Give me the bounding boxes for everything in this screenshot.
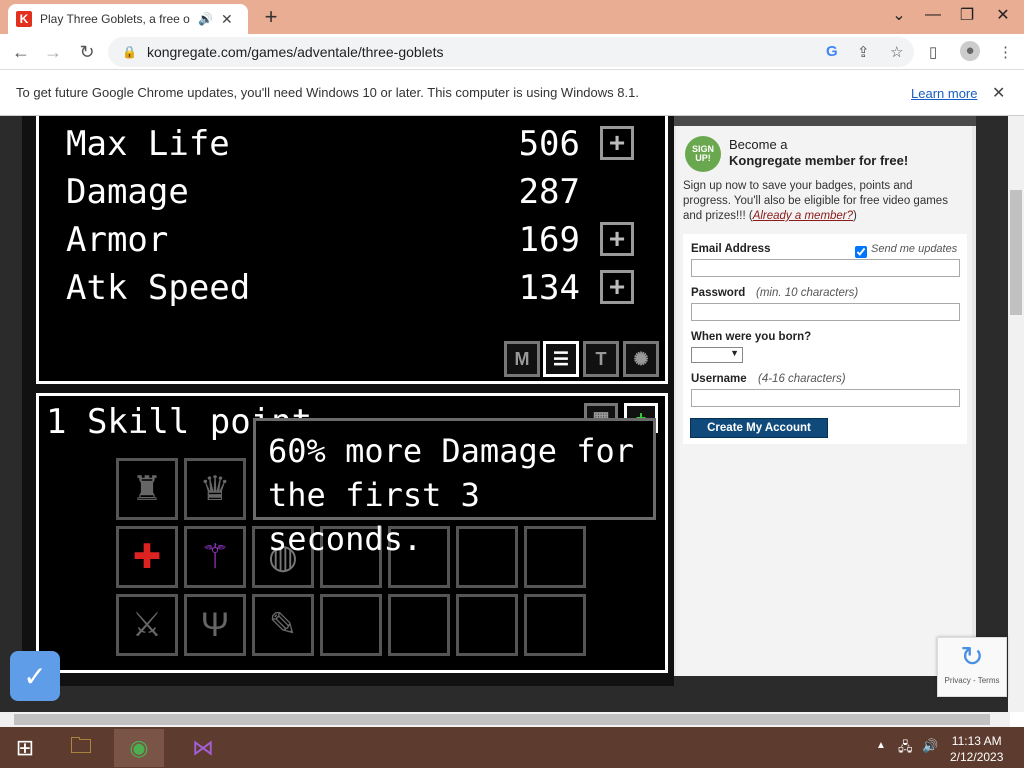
vertical-scroll-thumb[interactable] (1010, 190, 1022, 315)
side-panel-icon[interactable]: ▯ (929, 43, 937, 61)
update-infobar: To get future Google Chrome updates, you… (0, 70, 1024, 116)
stat-name-atk-speed: Atk Speed (66, 268, 251, 308)
stat-name-armor: Armor (66, 220, 169, 260)
bookmark-star-icon[interactable]: ☆ (890, 43, 903, 61)
browser-tab[interactable]: K Play Three Goblets, a free on 🔊 ✕ (8, 4, 248, 34)
empty-skill-slot[interactable] (388, 594, 450, 656)
password-field[interactable] (691, 303, 960, 321)
tooltip-line-2: the first 3 seconds. (268, 476, 480, 558)
stat-value-damage: 287 (518, 172, 580, 212)
skill-tooltip: 60% more Damage for the first 3 seconds. (253, 418, 656, 558)
minimize-button[interactable]: — (916, 0, 950, 30)
stats-tab-icon[interactable]: ☰ (543, 341, 579, 377)
file-explorer-icon[interactable]: 🗀 (56, 729, 106, 767)
taskbar-clock[interactable]: 11:13 AM 2/12/2023 (950, 733, 1003, 765)
close-tab-icon[interactable]: ✕ (221, 11, 233, 28)
send-updates-label: Send me updates (871, 243, 958, 255)
back-button[interactable]: ← (8, 40, 34, 64)
increase-armor-button[interactable]: + (600, 222, 634, 256)
chrome-taskbar-icon[interactable]: ◉ (114, 729, 164, 767)
username-field[interactable] (691, 389, 960, 407)
password-label: Password (691, 287, 746, 299)
clock-date: 2/12/2023 (950, 750, 1004, 764)
stat-value-max-life: 506 (518, 124, 580, 164)
tooltip-line-1: 60% more Damage for (268, 432, 635, 470)
infobar-message: To get future Google Chrome updates, you… (16, 85, 639, 100)
show-hidden-icons-icon[interactable]: ▲ (876, 740, 886, 751)
username-label: Username (691, 373, 747, 385)
create-account-button[interactable]: Create My Account (690, 418, 828, 438)
signup-heading-line2: Kongregate member for free! (729, 153, 909, 168)
increase-max-life-button[interactable]: + (600, 126, 634, 160)
equipment-tab-icon[interactable]: T (583, 341, 619, 377)
browser-toolbar: ← → ↻ 🔒 kongregate.com/games/adventale/t… (0, 34, 1024, 70)
skill-slot-chest-icon[interactable]: ♜ (116, 458, 178, 520)
address-bar[interactable]: 🔒 kongregate.com/games/adventale/three-g… (108, 37, 914, 67)
empty-skill-slot[interactable] (320, 594, 382, 656)
reload-button[interactable]: ↻ (74, 40, 100, 64)
menu-kebab-icon[interactable]: ⋮ (998, 43, 1013, 61)
birthday-label: When were you born? (691, 331, 812, 343)
skill-heart-icon[interactable]: ✚ (116, 526, 178, 588)
email-label: Email Address (691, 243, 771, 255)
close-window-button[interactable]: ✕ (986, 0, 1020, 30)
kongregate-favicon-icon: K (16, 11, 32, 27)
skill-crossed-swords-icon[interactable]: ⚔ (116, 594, 178, 656)
sidebar-tabs[interactable] (674, 116, 976, 126)
recaptcha-badge[interactable]: ↻ Privacy - Terms (937, 637, 1007, 697)
signup-heading-line1: Become a (729, 137, 788, 152)
stat-name-max-life: Max Life (66, 124, 230, 164)
increase-atk-speed-button[interactable]: + (600, 270, 634, 304)
skill-feather-icon[interactable]: ✎ (252, 594, 314, 656)
settings-gear-icon[interactable]: ✺ (623, 341, 659, 377)
restore-button[interactable]: ❐ (950, 0, 984, 30)
windows-start-icon[interactable]: ⊞ (0, 729, 50, 767)
volume-icon[interactable]: 🔊 (922, 738, 938, 754)
learn-more-link[interactable]: Learn more (911, 86, 977, 101)
tab-title: Play Three Goblets, a free on (40, 12, 190, 26)
horizontal-scroll-thumb[interactable] (14, 714, 990, 725)
skill-slot-helmet-icon[interactable]: ♛ (184, 458, 246, 520)
infobar-close-icon[interactable]: ✕ (992, 83, 1005, 103)
profile-avatar-icon[interactable]: ● (960, 41, 980, 61)
network-icon[interactable]: 🖧 (898, 738, 913, 760)
lock-icon[interactable]: 🔒 (122, 45, 137, 59)
visual-studio-icon[interactable]: ⋈ (178, 729, 228, 767)
security-shield-icon[interactable]: ✓ (10, 651, 60, 701)
recaptcha-icon: ↻ (960, 641, 984, 672)
empty-skill-slot[interactable] (456, 594, 518, 656)
skill-trident-icon[interactable]: Ψ (184, 594, 246, 656)
password-hint: (min. 10 characters) (756, 287, 859, 299)
already-member-link[interactable]: Already a member? (753, 210, 853, 222)
map-tab-icon[interactable]: M (504, 341, 540, 377)
birth-year-select[interactable]: ▼ (691, 347, 743, 363)
speaker-icon[interactable]: 🔊 (198, 12, 213, 26)
clock-time: 11:13 AM (951, 734, 1002, 748)
signup-badge-icon: SIGN UP! (685, 136, 721, 172)
url-text: kongregate.com/games/adventale/three-gob… (146, 44, 444, 60)
skill-axe-icon[interactable]: ⚚ (184, 526, 246, 588)
send-updates-checkbox[interactable] (855, 246, 867, 258)
empty-skill-slot[interactable] (524, 594, 586, 656)
forward-button[interactable]: → (40, 40, 66, 64)
username-hint: (4-16 characters) (758, 373, 846, 385)
google-icon[interactable]: G (826, 43, 838, 60)
stat-name-damage: Damage (66, 172, 189, 212)
stat-value-atk-speed: 134 (518, 268, 580, 308)
email-field[interactable] (691, 259, 960, 277)
stat-value-armor: 169 (518, 220, 580, 260)
new-tab-button[interactable]: + (258, 4, 284, 30)
tab-search-icon[interactable]: ⌄ (882, 0, 916, 30)
recaptcha-links[interactable]: Privacy - Terms (945, 676, 1000, 685)
signup-description: Sign up now to save your badges, points … (683, 180, 948, 222)
share-icon[interactable]: ⇪ (857, 43, 870, 61)
